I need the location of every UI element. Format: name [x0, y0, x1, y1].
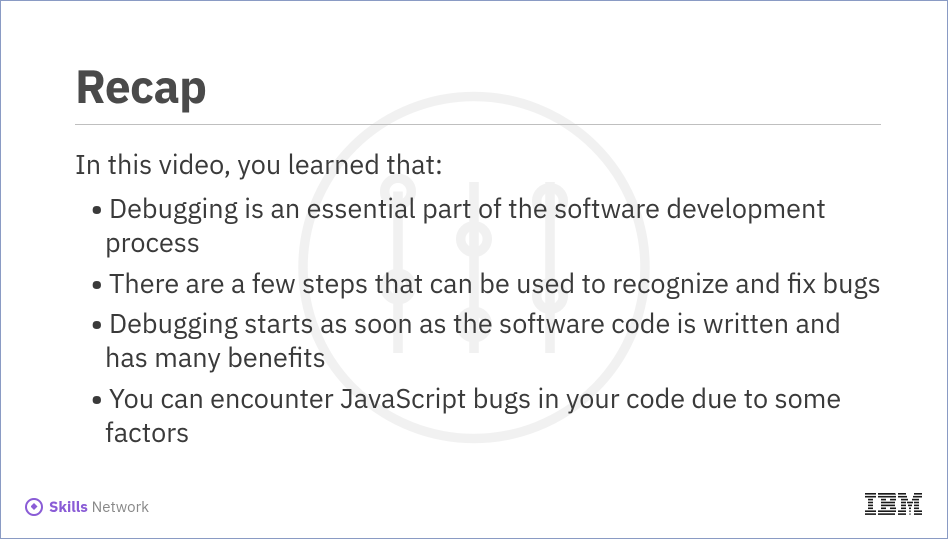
bullet-list: Debugging is an essential part of the so…	[75, 192, 881, 449]
footer: Skills Network	[1, 493, 947, 520]
list-item: Debugging starts as soon as the software…	[75, 307, 881, 375]
brand-primary: Skills	[49, 498, 88, 517]
list-item: You can encounter JavaScript bugs in you…	[75, 382, 881, 450]
skills-network-icon	[25, 498, 43, 516]
list-item: There are a few steps that can be used t…	[75, 267, 881, 301]
skills-network-brand: Skills Network	[25, 497, 149, 517]
list-item: Debugging is an essential part of the so…	[75, 192, 881, 260]
brand-secondary: Network	[92, 498, 149, 517]
ibm-logo	[865, 493, 923, 520]
slide-content: Recap In this video, you learned that: D…	[1, 1, 947, 449]
slide-title: Recap	[75, 56, 881, 125]
slide-intro: In this video, you learned that:	[75, 147, 881, 182]
